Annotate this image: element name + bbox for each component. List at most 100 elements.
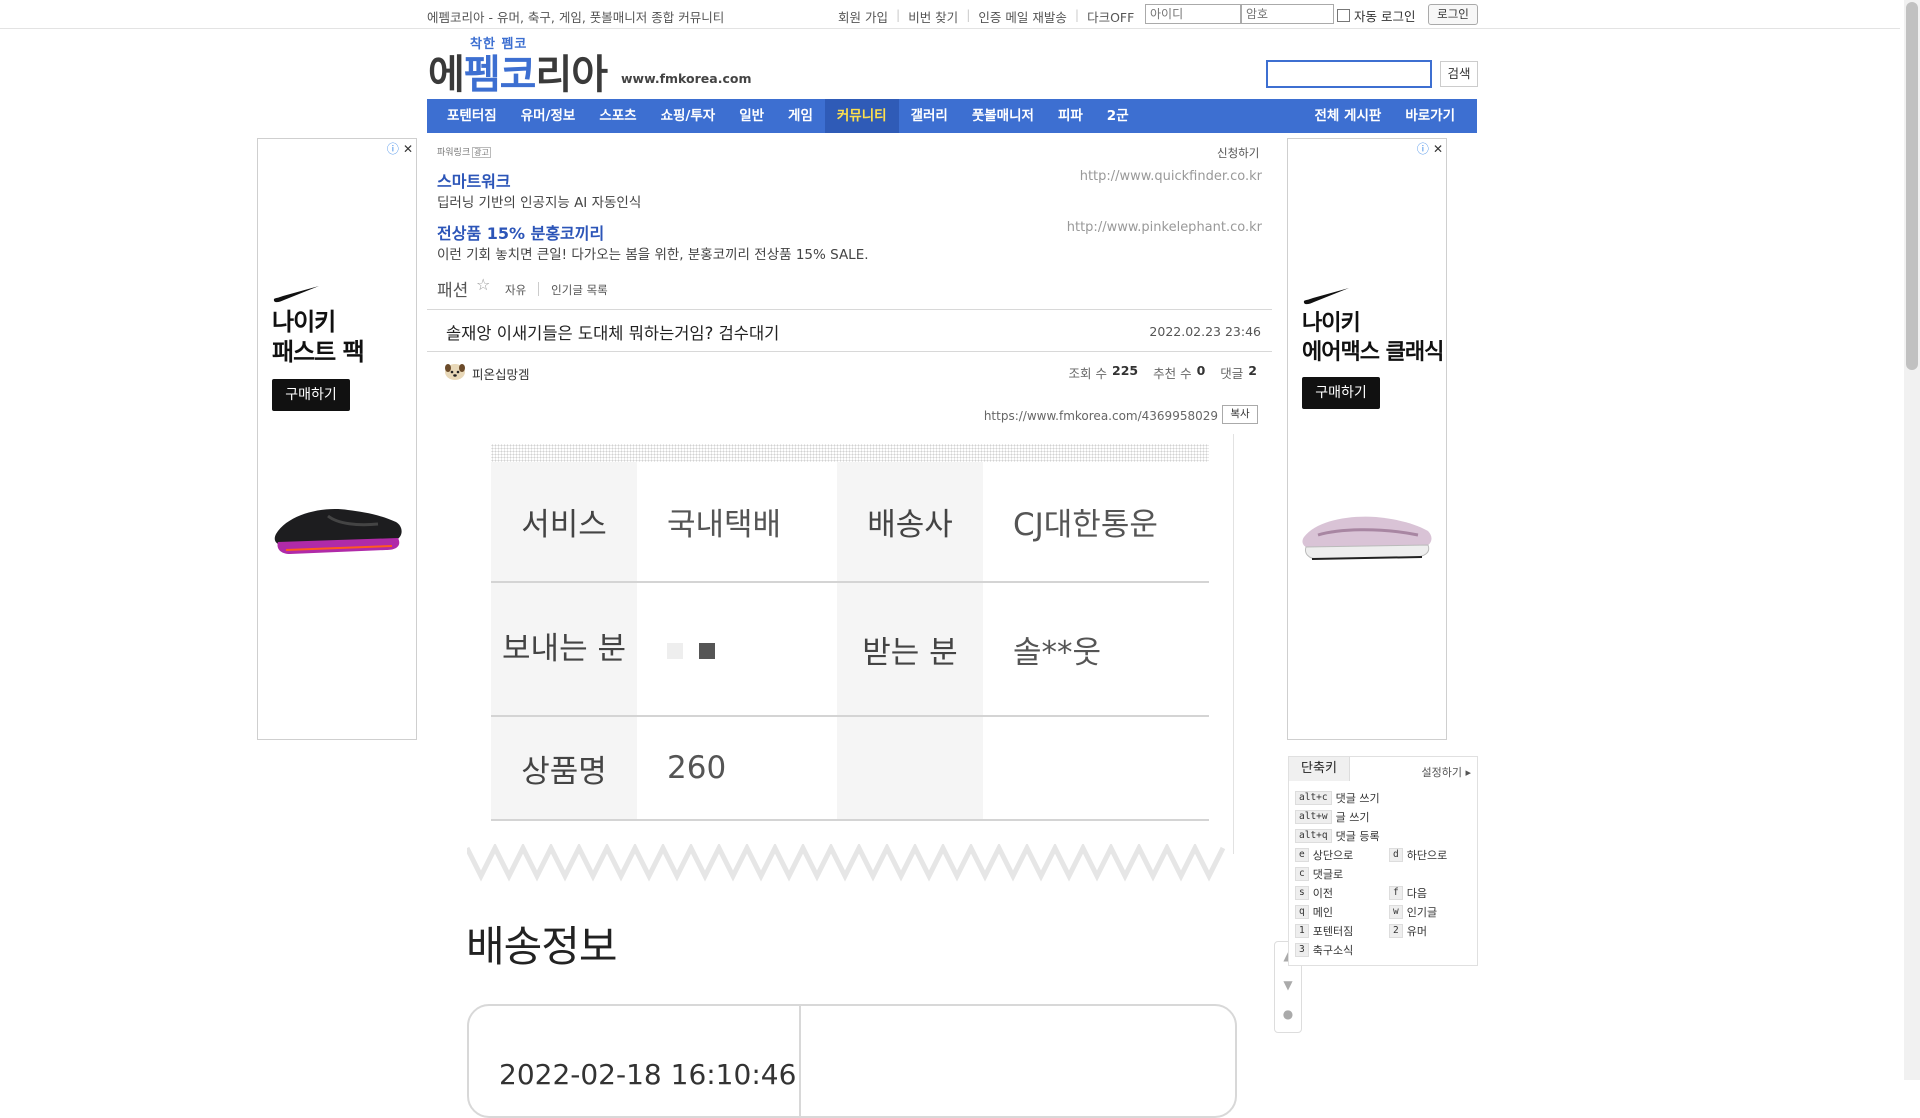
- table-cell: 상품명: [491, 716, 637, 821]
- dark-mode-toggle[interactable]: 다크OFF: [1087, 7, 1134, 26]
- nav-item-shopping[interactable]: 쇼핑/투자: [649, 99, 728, 133]
- find-password-link[interactable]: 비번 찾기: [908, 7, 958, 26]
- ad-title-line2: 패스트 팩: [272, 338, 365, 366]
- autologin-checkbox[interactable]: 자동 로그인: [1337, 6, 1415, 25]
- tab-shortcuts[interactable]: 단축키: [1289, 757, 1350, 781]
- nav-shortcuts[interactable]: 바로가기: [1393, 99, 1467, 133]
- table-cell: 260: [637, 716, 837, 821]
- nike-swoosh-icon: [273, 286, 319, 303]
- ad-title-line1: 나이키: [272, 308, 336, 336]
- ad-title-line2: 에어맥스 클래식: [1302, 340, 1444, 365]
- username-input[interactable]: [1145, 4, 1241, 24]
- shortcut-panel: 단축키 설정하기 ▸ alt+c 댓글 쓰기 alt+w 글 쓰기 alt+q 댓글 …: [1288, 756, 1478, 966]
- table-cell: 배송사: [837, 462, 983, 583]
- post-image: 서비스 국내택배 배송사 CJ대한통운 보내는 분 받는 분 솔**웃 상품명 …: [467, 434, 1233, 884]
- nike-swoosh-icon: [1303, 288, 1349, 305]
- board-link-free[interactable]: 자유: [505, 282, 526, 298]
- nav-item-poten[interactable]: 포텐터짐: [435, 99, 509, 133]
- login-button[interactable]: 로그인: [1428, 4, 1478, 25]
- vote-count: 0: [1196, 363, 1206, 378]
- nav-item-fifa[interactable]: 피파: [1046, 99, 1095, 133]
- shortcut-item: q 메인: [1295, 904, 1333, 920]
- nav-item-community[interactable]: 커뮤니티: [824, 99, 899, 133]
- nav-all-boards[interactable]: 전체 게시판: [1303, 99, 1394, 133]
- shipping-table: 서비스 국내택배 배송사 CJ대한통운 보내는 분 받는 분 솔**웃 상품명 …: [491, 462, 1209, 821]
- search-input[interactable]: [1266, 60, 1432, 88]
- site-url: www.fmkorea.com: [621, 71, 752, 86]
- scrollbar-thumb[interactable]: [1906, 2, 1918, 370]
- text-ad-url[interactable]: http://www.pinkelephant.co.kr: [1067, 220, 1262, 235]
- powerlink-label: 파워링크 광고: [437, 147, 491, 158]
- shortcut-item: s 이전: [1295, 885, 1333, 901]
- nav-item-gallery[interactable]: 갤러리: [899, 99, 960, 133]
- password-input[interactable]: [1241, 4, 1334, 24]
- comment-icon[interactable]: ●: [1275, 1000, 1301, 1029]
- shortcut-item: e 상단으로: [1295, 847, 1353, 863]
- shortcut-item: 3 축구소식: [1295, 942, 1353, 958]
- shipping-info-card: 2022-02-18 16:10:46: [467, 1004, 1237, 1118]
- ad-buy-button[interactable]: 구매하기: [1302, 377, 1380, 409]
- shortcut-item: c 댓글로: [1295, 866, 1343, 882]
- ad-buy-button[interactable]: 구매하기: [272, 379, 350, 411]
- table-cell: 국내택배: [637, 462, 837, 583]
- copy-url-button[interactable]: 복사: [1222, 405, 1258, 424]
- shortcut-settings-link[interactable]: 설정하기 ▸: [1421, 764, 1471, 780]
- ad-info-icon[interactable]: ⓘ: [1417, 142, 1429, 156]
- post-title: 솔재앙 이새기들은 도대체 뭐하는거임? 검수대기: [446, 324, 780, 343]
- nav-item-sports[interactable]: 스포츠: [587, 99, 648, 133]
- comment-count: 2: [1248, 363, 1257, 378]
- redacted-block: [667, 643, 683, 659]
- checkbox-icon: [1337, 9, 1350, 22]
- text-ad-url[interactable]: http://www.quickfinder.co.kr: [1080, 169, 1262, 184]
- autologin-label: 자동 로그인: [1354, 9, 1416, 24]
- table-cell: 받는 분: [837, 582, 983, 717]
- ad-title-line1: 나이키: [1302, 311, 1361, 336]
- favorite-star-icon[interactable]: ☆: [476, 275, 490, 294]
- signup-link[interactable]: 회원 가입: [838, 7, 888, 26]
- section-title: 배송정보: [466, 922, 618, 971]
- board-links: 자유 인기글 목록: [505, 282, 608, 298]
- view-count: 225: [1112, 363, 1139, 378]
- shortcut-item: 1 포텐터짐: [1295, 923, 1353, 939]
- ad-close-icon[interactable]: ✕: [403, 142, 413, 156]
- text-ad-desc: 딥러닝 기반의 인공지능 AI 자동인식: [437, 195, 642, 211]
- table-cell: 보내는 분: [491, 582, 637, 717]
- nav-item-game[interactable]: 게임: [776, 99, 825, 133]
- author-avatar[interactable]: [444, 361, 466, 381]
- shortcut-item: alt+q 댓글 등록: [1295, 828, 1380, 844]
- shortcut-item: w 인기글: [1389, 904, 1437, 920]
- ad-info-icon[interactable]: ⓘ: [387, 142, 399, 156]
- nav-item-football-manager[interactable]: 풋볼매니저: [960, 99, 1046, 133]
- search-button[interactable]: 검색: [1440, 61, 1478, 87]
- divider: [427, 309, 1272, 310]
- shortcut-item: alt+c 댓글 쓰기: [1295, 790, 1380, 806]
- nav-item-2gun[interactable]: 2군: [1095, 99, 1141, 133]
- nav-item-general[interactable]: 일반: [727, 99, 776, 133]
- redacted-cell: [637, 582, 837, 717]
- site-tagline: 에펨코리아 - 유머, 축구, 게임, 풋볼매니저 종합 커뮤니티: [427, 10, 725, 25]
- arrow-down-icon[interactable]: ▼: [1275, 971, 1301, 1000]
- left-banner-ad[interactable]: ⓘ ✕ 나이키 패스트 팩 구매하기: [257, 138, 417, 740]
- shortcut-item: 2 유머: [1389, 923, 1427, 939]
- ad-close-icon[interactable]: ✕: [1433, 142, 1443, 156]
- table-cell: 서비스: [491, 462, 637, 583]
- table-cell: [983, 716, 1209, 821]
- shipping-date: 2022-02-18 16:10:46: [499, 1058, 797, 1091]
- ad-apply-link[interactable]: 신청하기: [1217, 145, 1259, 161]
- resend-verification-link[interactable]: 인증 메일 재발송: [978, 7, 1066, 26]
- airmax-shoe-image: [1302, 516, 1432, 560]
- site-logo[interactable]: 에펨코리아: [428, 42, 608, 100]
- shortcut-item: f 다음: [1389, 885, 1427, 901]
- shortcut-item: d 하단으로: [1389, 847, 1447, 863]
- text-ad-title[interactable]: 전상품 15% 분홍코끼리: [437, 220, 604, 244]
- text-ad-title[interactable]: 스마트워크: [437, 168, 511, 192]
- board-link-popular[interactable]: 인기글 목록: [551, 282, 608, 298]
- post-url[interactable]: https://www.fmkorea.com/4369958029: [984, 409, 1218, 423]
- author-name[interactable]: 피온십망겜: [472, 364, 530, 383]
- divider: [427, 351, 1272, 352]
- nav-item-humor[interactable]: 유머/정보: [509, 99, 588, 133]
- right-banner-ad[interactable]: ⓘ ✕ 나이키 에어맥스 클래식 구매하기: [1287, 138, 1447, 740]
- board-name[interactable]: 패션: [437, 276, 468, 301]
- main-nav: 포텐터짐 유머/정보 스포츠 쇼핑/투자 일반 게임 커뮤니티 갤러리 풋볼매니…: [427, 99, 1477, 133]
- zigzag-divider: [467, 844, 1226, 882]
